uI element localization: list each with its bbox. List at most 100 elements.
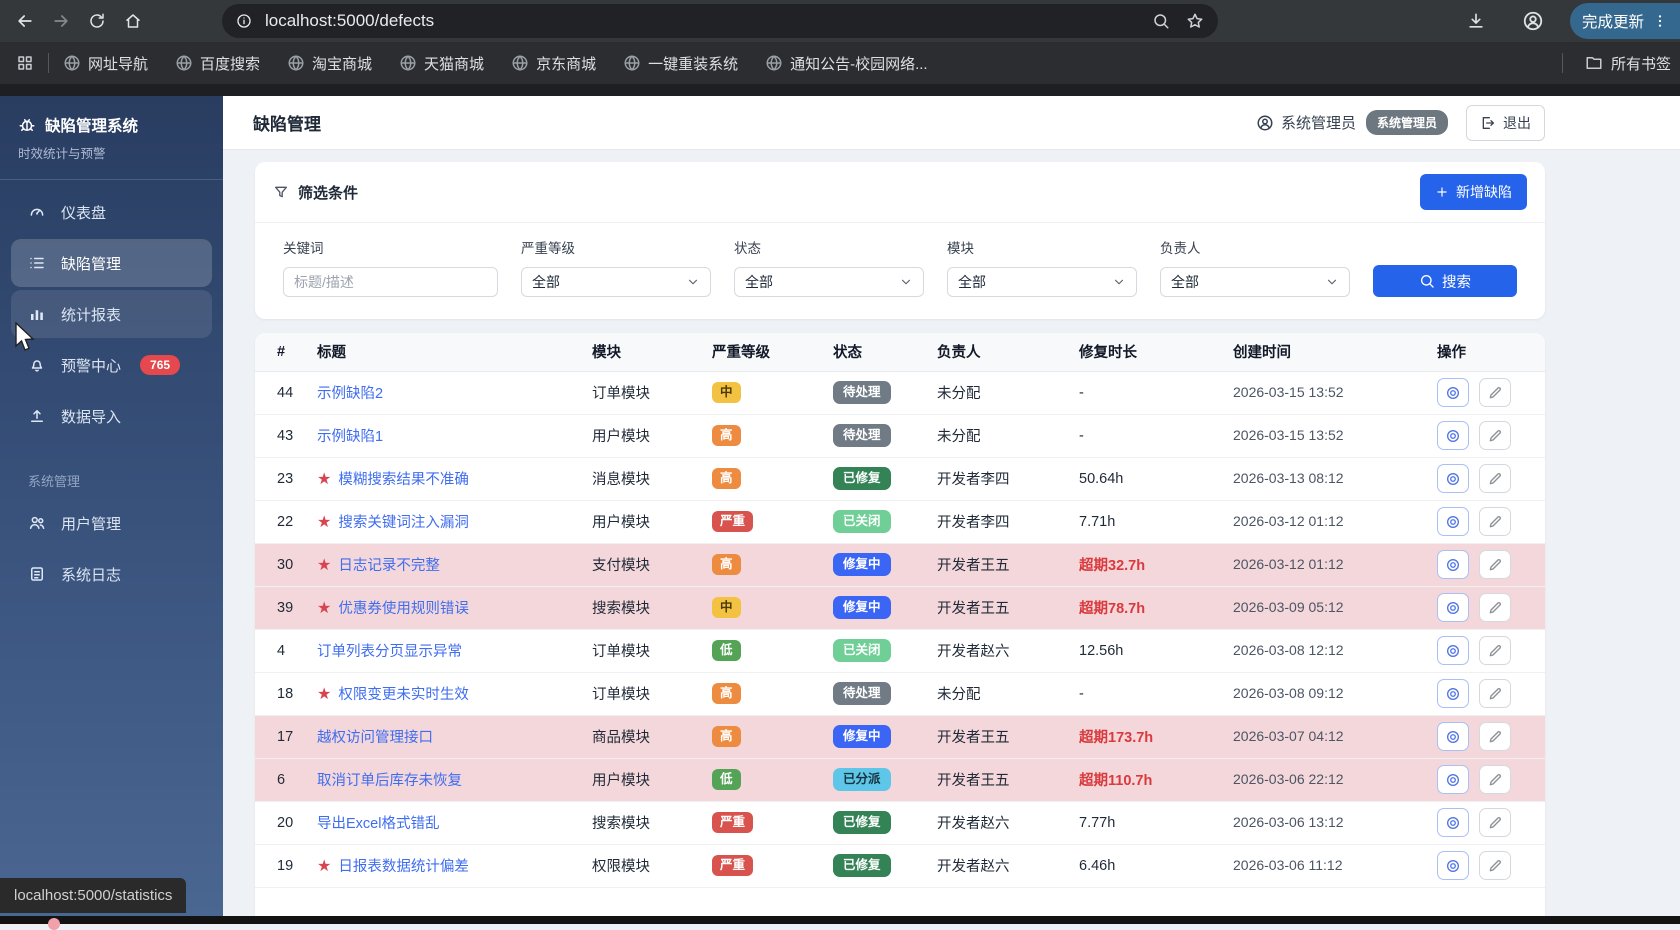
view-button[interactable] [1437, 808, 1469, 837]
defect-title-link[interactable]: 优惠券使用规则错误 [338, 601, 469, 617]
bookmark-star-icon[interactable] [1186, 12, 1204, 30]
status-bar-url: localhost:5000/statistics [0, 878, 186, 913]
back-icon[interactable] [8, 4, 42, 38]
view-button[interactable] [1437, 464, 1469, 493]
defect-title-link[interactable]: 模糊搜索结果不准确 [338, 472, 469, 488]
select-value: 全部 [1171, 272, 1199, 292]
address-bar[interactable]: localhost:5000/defects [222, 4, 1218, 38]
defect-assignee: 开发者王五 [929, 586, 1071, 629]
defect-title-link[interactable]: 订单列表分页显示异常 [317, 644, 462, 660]
profile-button[interactable] [1522, 0, 1544, 42]
table-row: 4 订单列表分页显示异常 订单模块 低 已关闭 开发者赵六 12.56h 202… [255, 629, 1545, 672]
sidebar-item-bell[interactable]: 预警中心765 [11, 341, 212, 389]
defect-module: 订单模块 [584, 371, 704, 414]
edit-button[interactable] [1479, 550, 1511, 579]
sidebar-section-label: 系统管理 [0, 443, 223, 496]
状态-select[interactable]: 全部 [734, 267, 924, 297]
edit-button[interactable] [1479, 421, 1511, 450]
view-button[interactable] [1437, 765, 1469, 794]
app-title: 缺陷管理系统 [45, 114, 138, 136]
view-button[interactable] [1437, 378, 1469, 407]
defect-title-link[interactable]: 搜索关键词注入漏洞 [338, 515, 469, 531]
column-header: 状态 [825, 333, 929, 371]
reload-icon[interactable] [80, 4, 114, 38]
view-button[interactable] [1437, 421, 1469, 450]
严重等级-select[interactable]: 全部 [521, 267, 711, 297]
edit-button[interactable] [1479, 851, 1511, 880]
apps-grid-icon[interactable] [16, 54, 34, 72]
pencil-icon [1487, 428, 1503, 444]
bookmark-item[interactable]: 通知公告-校园网络... [765, 53, 928, 74]
sidebar-nav: 仪表盘缺陷管理统计报表预警中心765数据导入 [0, 188, 223, 440]
search-button[interactable]: 搜索 [1373, 265, 1517, 297]
created-time: 2026-03-07 04:12 [1233, 728, 1344, 744]
edit-button[interactable] [1479, 636, 1511, 665]
sidebar-item-list[interactable]: 缺陷管理 [11, 239, 212, 287]
browser-update-button[interactable]: 完成更新 [1570, 3, 1680, 39]
keyword-input[interactable] [283, 267, 498, 297]
severity-badge: 低 [712, 769, 741, 790]
模块-select[interactable]: 全部 [947, 267, 1137, 297]
edit-button[interactable] [1479, 722, 1511, 751]
defect-title-link[interactable]: 取消订单后库存未恢复 [317, 773, 462, 789]
edit-button[interactable] [1479, 765, 1511, 794]
sidebar-item-log[interactable]: 系统日志 [11, 550, 212, 598]
bookmark-item[interactable]: 天猫商城 [399, 53, 484, 74]
funnel-icon [273, 184, 289, 200]
sidebar-item-upload[interactable]: 数据导入 [11, 392, 212, 440]
severity-badge: 严重 [712, 511, 753, 532]
bookmarks-list: 网址导航 百度搜索 淘宝商城 天猫商城 京东商城 一键重装系统 通知公告-校园网络... [63, 53, 955, 74]
edit-button[interactable] [1479, 378, 1511, 407]
bookmark-item[interactable]: 淘宝商城 [287, 53, 372, 74]
view-button[interactable] [1437, 636, 1469, 665]
sidebar-item-chart[interactable]: 统计报表 [11, 290, 212, 338]
edit-button[interactable] [1479, 507, 1511, 536]
column-header: 负责人 [929, 333, 1071, 371]
defect-title-link[interactable]: 示例缺陷1 [317, 429, 383, 445]
view-button[interactable] [1437, 679, 1469, 708]
bookmark-item[interactable]: 一键重装系统 [623, 53, 738, 74]
all-bookmarks-label[interactable]: 所有书签 [1611, 53, 1671, 74]
forward-icon[interactable] [44, 4, 78, 38]
edit-button[interactable] [1479, 808, 1511, 837]
view-button[interactable] [1437, 550, 1469, 579]
edit-button[interactable] [1479, 464, 1511, 493]
defect-title-link[interactable]: 权限变更未实时生效 [338, 687, 469, 703]
defect-id: 44 [255, 371, 309, 414]
bookmark-item[interactable]: 网址导航 [63, 53, 148, 74]
downloads-button[interactable] [1466, 0, 1486, 42]
view-button[interactable] [1437, 722, 1469, 751]
dashboard-icon [28, 203, 46, 221]
filter-panel-title: 筛选条件 [273, 182, 358, 203]
defect-title-link[interactable]: 示例缺陷2 [317, 386, 383, 402]
field-label: 模块 [947, 237, 1137, 257]
sidebar-item-label: 预警中心 [61, 355, 121, 376]
created-time: 2026-03-15 13:52 [1233, 427, 1344, 443]
bookmark-item[interactable]: 京东商城 [511, 53, 596, 74]
home-icon[interactable] [116, 4, 150, 38]
defect-title-link[interactable]: 日报表数据统计偏差 [338, 859, 469, 875]
chevron-down-icon [899, 275, 913, 289]
defect-title-link[interactable]: 越权访问管理接口 [317, 730, 433, 746]
status-badge: 修复中 [833, 725, 891, 748]
edit-button[interactable] [1479, 679, 1511, 708]
view-button[interactable] [1437, 507, 1469, 536]
menu-dots-icon[interactable] [1652, 13, 1668, 29]
eye-icon [1445, 385, 1461, 401]
view-button[interactable] [1437, 593, 1469, 622]
sidebar-item-users[interactable]: 用户管理 [11, 499, 212, 547]
logout-button[interactable]: 退出 [1466, 105, 1545, 141]
defect-title-link[interactable]: 日志记录不完整 [338, 558, 440, 574]
select-value: 全部 [958, 272, 986, 292]
sidebar-item-label: 仪表盘 [61, 202, 106, 223]
负责人-select[interactable]: 全部 [1160, 267, 1350, 297]
defect-title-link[interactable]: 导出Excel格式错乱 [317, 816, 439, 832]
view-button[interactable] [1437, 851, 1469, 880]
bookmark-item[interactable]: 百度搜索 [175, 53, 260, 74]
search-icon[interactable] [1152, 12, 1170, 30]
column-header: 标题 [309, 333, 584, 371]
add-defect-button[interactable]: 新增缺陷 [1420, 174, 1527, 210]
site-info-icon[interactable] [236, 13, 252, 29]
edit-button[interactable] [1479, 593, 1511, 622]
sidebar-item-dashboard[interactable]: 仪表盘 [11, 188, 212, 236]
